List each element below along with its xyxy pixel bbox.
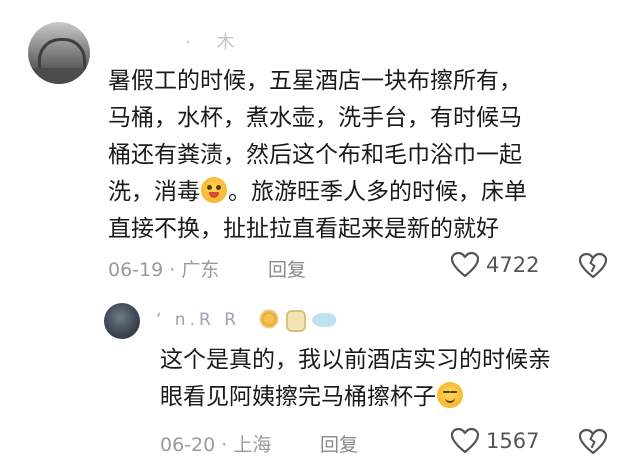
ground-image <box>28 68 90 84</box>
comment-line: 这个是真的，我以前酒店实习的时候亲 <box>160 347 551 373</box>
heart-icon <box>450 427 480 454</box>
sunflower-icon <box>258 308 280 330</box>
cup-icon <box>286 310 306 332</box>
reply-button[interactable]: 回复 <box>268 255 306 282</box>
comment-line: 直接不换，扯扯拉直看起来是新的就好 <box>108 216 499 242</box>
dislike-button[interactable] <box>578 427 608 455</box>
date-location: 06-19 · 广东 <box>108 259 220 281</box>
like-count: 1567 <box>486 428 540 453</box>
comment-line: 暑假工的时候，五星酒店一块布擦所有， <box>108 68 522 94</box>
username-emojis <box>258 308 336 332</box>
comment-text: 这个是真的，我以前酒店实习的时候亲 眼看见阿姨擦完马桶擦杯子 <box>160 342 630 416</box>
broken-heart-icon <box>578 428 608 455</box>
username[interactable]: ‘ n.R R <box>156 310 240 330</box>
comment-text-fragment: 。旅游旺季人多的时候，床单 <box>228 179 527 205</box>
dislike-button[interactable] <box>578 251 608 279</box>
heart-icon <box>450 251 480 278</box>
username[interactable]: · 木 <box>185 28 244 54</box>
arch-image <box>38 38 86 69</box>
comment-text: 暑假工的时候，五星酒店一块布擦所有， 马桶，水杯，煮水壶，洗手台，有时候马 桶还… <box>108 63 628 248</box>
comment-line: 马桶，水杯，煮水壶，洗手台，有时候马 <box>108 105 522 131</box>
fish-icon <box>312 313 336 327</box>
smirk-emoji-icon <box>437 382 463 408</box>
winking-tongue-emoji-icon <box>201 177 227 203</box>
comment-line: 桶还有粪渍，然后这个布和毛巾浴巾一起 <box>108 142 522 168</box>
date-location: 06-20 · 上海 <box>160 434 272 456</box>
like-button[interactable]: 1567 <box>450 427 539 454</box>
comment-meta: 06-20 · 上海 回复 <box>160 430 358 457</box>
comment-meta: 06-19 · 广东 回复 <box>108 255 306 282</box>
comment-item: ‘ n.R R 这个是真的，我以前酒店实习的时候亲 眼看见阿姨擦完马桶擦杯子 0… <box>0 295 640 465</box>
comment-text-fragment: 洗，消毒 <box>108 179 200 205</box>
avatar[interactable] <box>104 303 140 339</box>
reply-button[interactable]: 回复 <box>320 430 358 457</box>
like-count: 4722 <box>486 252 540 277</box>
comment-line-with-emoji: 洗，消毒 。旅游旺季人多的时候，床单 <box>108 174 628 211</box>
comment-item: · 木 暑假工的时候，五星酒店一块布擦所有， 马桶，水杯，煮水壶，洗手台，有时候… <box>0 0 640 295</box>
comment-text-fragment: 眼看见阿姨擦完马桶擦杯子 <box>160 384 436 410</box>
comment-line-with-emoji: 眼看见阿姨擦完马桶擦杯子 <box>160 379 630 416</box>
avatar[interactable] <box>28 22 90 84</box>
broken-heart-icon <box>578 252 608 279</box>
like-button[interactable]: 4722 <box>450 251 539 278</box>
